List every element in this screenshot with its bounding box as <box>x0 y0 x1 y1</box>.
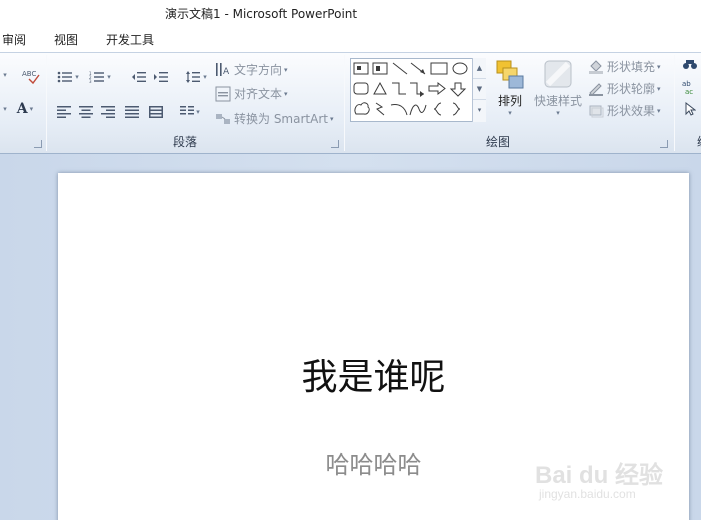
font-launcher-icon[interactable] <box>34 140 42 148</box>
arrange-icon <box>496 60 524 89</box>
align-text-label: 对齐文本 <box>234 87 283 101</box>
ribbon-tabs: 审阅 视图 开发工具 <box>0 26 701 52</box>
font-color-icon: A <box>16 101 28 117</box>
shape-fill-icon <box>589 59 603 74</box>
gallery-scrollbar[interactable]: ▲ ▼ ▾ <box>472 58 486 122</box>
align-text-icon <box>215 86 231 101</box>
replace-icon[interactable]: ab ac <box>681 79 699 95</box>
title-bar: 演示文稿1 - Microsoft PowerPoint <box>0 0 701 26</box>
gallery-more-icon[interactable]: ▾ <box>473 100 486 121</box>
columns-button[interactable]: ▾ <box>177 103 203 121</box>
align-text-button[interactable]: 对齐文本 ▾ <box>215 85 288 102</box>
arrange-button[interactable]: 排列 ▾ <box>492 58 528 117</box>
paragraph-group-label: 段落 <box>173 135 198 149</box>
select-cursor-icon[interactable] <box>681 101 699 117</box>
editing-group-label: 编 <box>697 133 701 150</box>
align-left-icon[interactable] <box>55 103 73 121</box>
font-dropdown-arrow[interactable]: ▾ <box>0 67 8 83</box>
quick-styles-label: 快速样式 <box>533 94 582 108</box>
convert-smartart-label: 转换为 SmartArt <box>234 112 328 126</box>
shape-effects-label: 形状效果 <box>607 104 656 118</box>
quick-styles-button[interactable]: 快速样式 ▾ <box>532 58 584 117</box>
paragraph-group: ▾ 1 2 3 ▾ ▾ A 文字方向 ▾ ▾ 对齐文本 ▾ 转换为 SmartA… <box>47 53 344 153</box>
watermark-brand: Bai du 经验 <box>535 462 664 489</box>
increase-indent-icon[interactable] <box>151 68 171 86</box>
line-spacing-icon <box>186 71 201 83</box>
font-group: ▾ ABC ▾ A ▾ <box>0 53 46 153</box>
font-color-dropdown[interactable]: ▾ <box>0 101 8 117</box>
align-right-icon[interactable] <box>99 103 117 121</box>
shapes-gallery[interactable] <box>350 58 486 122</box>
ribbon: ▾ ABC ▾ A ▾ ▾ 1 2 3 ▾ ▾ A 文字方向 ▾ ▾ 对齐文本 … <box>0 52 701 154</box>
paragraph-launcher-icon[interactable] <box>331 140 339 148</box>
arrange-label: 排列 <box>497 94 522 108</box>
text-direction-button[interactable]: A 文字方向 ▾ <box>215 61 288 78</box>
text-direction-label: 文字方向 <box>234 63 283 77</box>
convert-smartart-button[interactable]: 转换为 SmartArt ▾ <box>215 110 333 127</box>
shape-effects-button[interactable]: 形状效果 ▾ <box>588 102 661 119</box>
baidu-jingyan-watermark: Bai du 经验 jingyan.baidu.com <box>535 455 665 505</box>
editing-group: abac 编 <box>675 53 701 153</box>
shapes-gallery-icons <box>353 62 468 116</box>
drawing-launcher-icon[interactable] <box>660 140 668 148</box>
shape-outline-icon <box>589 82 603 96</box>
numbering-button[interactable]: 1 2 3 ▾ <box>87 68 113 86</box>
slide-title[interactable]: 我是谁呢 <box>58 348 689 400</box>
svg-text:ab: ab <box>682 80 691 88</box>
distributed-icon[interactable] <box>147 103 165 121</box>
shape-effects-icon <box>589 105 604 117</box>
tab-developer[interactable]: 开发工具 <box>106 31 154 48</box>
gallery-scroll-up-icon[interactable]: ▲ <box>473 58 486 79</box>
tab-view[interactable]: 视图 <box>54 31 78 48</box>
watermark-url: jingyan.baidu.com <box>539 487 636 501</box>
align-center-icon[interactable] <box>77 103 95 121</box>
text-direction-icon: A <box>216 62 230 77</box>
smartart-icon <box>216 113 230 124</box>
bullets-icon <box>57 71 73 83</box>
font-color-button[interactable]: A ▾ <box>10 99 40 119</box>
tab-review[interactable]: 审阅 <box>2 31 26 48</box>
drawing-group-label: 绘图 <box>486 135 511 149</box>
decrease-indent-icon[interactable] <box>129 68 149 86</box>
clear-format-icon[interactable]: ABC <box>20 65 42 87</box>
shape-outline-label: 形状轮廓 <box>607 82 656 96</box>
find-icon[interactable] <box>681 57 699 73</box>
numbering-icon: 123 <box>89 71 105 83</box>
quick-styles-icon <box>544 60 572 88</box>
svg-text:A: A <box>223 67 230 77</box>
shape-fill-label: 形状填充 <box>607 60 656 74</box>
bullets-button[interactable]: ▾ <box>55 68 81 86</box>
window-title: 演示文稿1 - Microsoft PowerPoint <box>165 7 358 21</box>
shape-outline-button[interactable]: 形状轮廓 ▾ <box>588 80 661 97</box>
columns-icon <box>180 106 195 115</box>
clear-format-glyph: ABC <box>22 70 36 78</box>
justify-icon[interactable] <box>123 103 141 121</box>
line-spacing-button[interactable]: ▾ <box>183 68 209 86</box>
svg-text:ac: ac <box>685 88 693 95</box>
svg-text:3: 3 <box>89 79 92 83</box>
gallery-scroll-down-icon[interactable]: ▼ <box>473 79 486 100</box>
shape-fill-button[interactable]: 形状填充 ▾ <box>588 58 661 75</box>
